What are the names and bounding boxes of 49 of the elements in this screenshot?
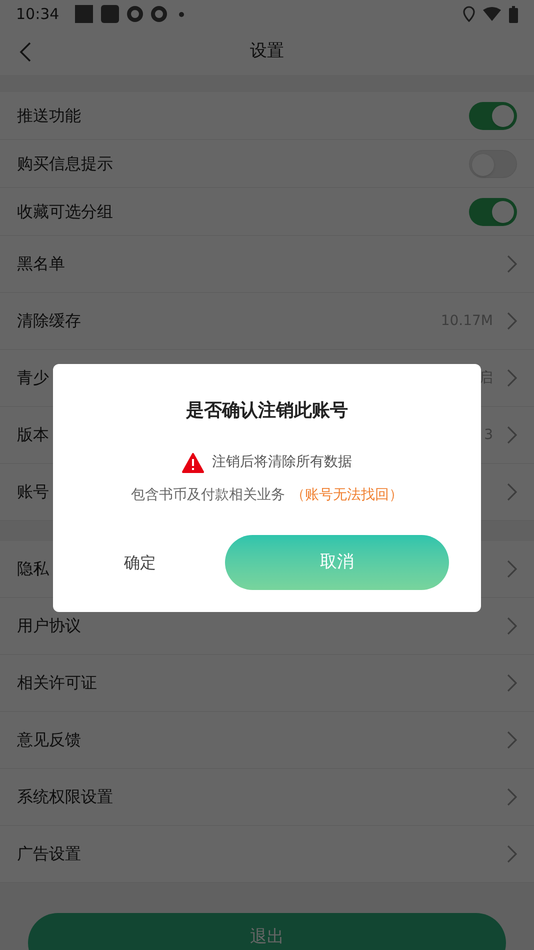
- row-label: 用户协议: [17, 615, 81, 637]
- note-text: 包含书币及付款相关业务: [131, 486, 285, 505]
- row-label: 购买信息提示: [17, 152, 113, 174]
- row-label: 版本: [17, 424, 49, 446]
- settings-row[interactable]: 黑名单: [0, 236, 534, 293]
- back-icon[interactable]: [19, 42, 31, 62]
- note-warning-text: （账号无法找回）: [291, 486, 403, 505]
- chevron-right-icon: [507, 845, 517, 863]
- row-label: 收藏可选分组: [17, 200, 113, 222]
- row-label: 青少: [17, 367, 49, 389]
- battery-icon: [509, 6, 518, 22]
- settings-row[interactable]: 系统权限设置: [0, 769, 534, 826]
- toggle-switch[interactable]: [469, 198, 517, 226]
- status-time: 10:34: [16, 4, 60, 25]
- row-label: 意见反馈: [17, 729, 81, 751]
- chevron-right-icon: [507, 560, 517, 578]
- settings-row[interactable]: 推送功能: [0, 92, 534, 140]
- row-label: 广告设置: [17, 843, 81, 865]
- warning-text: 注销后将清除所有数据: [212, 453, 352, 472]
- logout-button[interactable]: 退出: [28, 913, 506, 950]
- settings-row[interactable]: 购买信息提示: [0, 140, 534, 188]
- row-label: 隐私: [17, 558, 49, 580]
- chevron-right-icon: [507, 312, 517, 330]
- chevron-right-icon: [507, 255, 517, 273]
- chevron-right-icon: [507, 788, 517, 806]
- row-label: 推送功能: [17, 104, 81, 126]
- location-icon: [463, 6, 475, 22]
- row-label: 清除缓存: [17, 310, 81, 332]
- settings-row[interactable]: 相关许可证: [0, 655, 534, 712]
- settings-row[interactable]: 收藏可选分组: [0, 188, 534, 236]
- row-label: 相关许可证: [17, 672, 97, 694]
- dialog-title: 是否确认注销此账号: [186, 399, 348, 423]
- row-label: 系统权限设置: [17, 786, 113, 808]
- settings-row[interactable]: 意见反馈: [0, 712, 534, 769]
- chevron-right-icon: [507, 731, 517, 749]
- page-title: 设置: [250, 40, 284, 63]
- settings-row[interactable]: 广告设置: [0, 826, 534, 883]
- row-label: 黑名单: [17, 253, 65, 275]
- chevron-right-icon: [507, 617, 517, 635]
- wifi-icon: [483, 7, 501, 21]
- chevron-right-icon: [507, 483, 517, 501]
- toggle-switch[interactable]: [469, 102, 517, 130]
- chevron-right-icon: [507, 426, 517, 444]
- cancel-button[interactable]: 取消: [225, 535, 449, 590]
- row-label: 账号: [17, 481, 49, 503]
- warning-icon: [182, 452, 204, 472]
- chevron-right-icon: [507, 369, 517, 387]
- confirm-button[interactable]: 确定: [85, 535, 195, 590]
- chevron-right-icon: [507, 674, 517, 692]
